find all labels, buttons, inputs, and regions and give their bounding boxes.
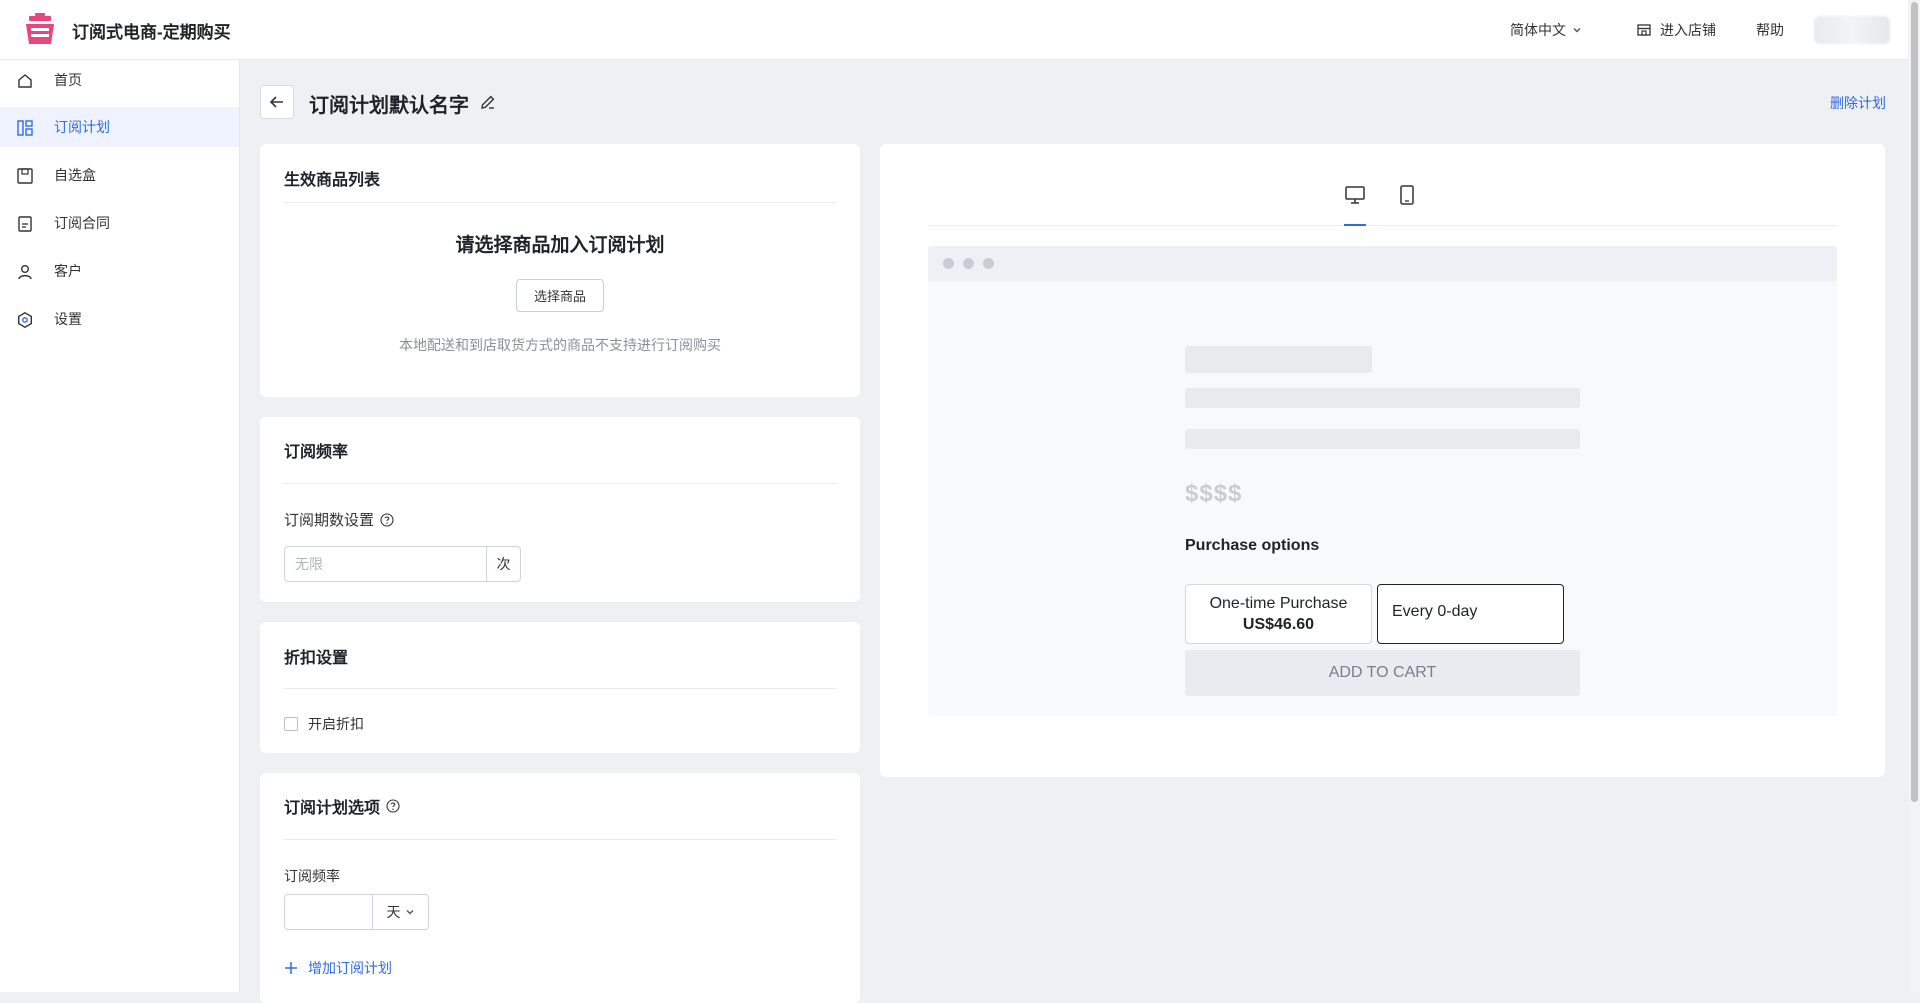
subscription-option[interactable]: Every 0-day bbox=[1377, 584, 1564, 644]
active-tab-indicator bbox=[1344, 224, 1366, 226]
card-divider bbox=[284, 483, 836, 484]
enter-store-label: 进入店铺 bbox=[1660, 21, 1716, 38]
select-products-heading: 请选择商品加入订阅计划 bbox=[455, 235, 665, 256]
chevron-down-icon bbox=[1573, 27, 1581, 32]
price-placeholder: $$$$ bbox=[1185, 480, 1243, 507]
arrow-left-icon bbox=[269, 96, 283, 108]
browser-dot bbox=[963, 258, 974, 269]
sidebar-item-plans[interactable]: 订阅计划 bbox=[0, 107, 239, 147]
one-time-price: US$46.60 bbox=[1242, 616, 1315, 633]
plan-options-title: 订阅计划选项 bbox=[284, 794, 400, 818]
select-products-button[interactable]: 选择商品 bbox=[516, 279, 604, 312]
add-to-cart-button[interactable]: ADD TO CART bbox=[1185, 650, 1580, 696]
frequency-card-title: 订阅频率 bbox=[284, 444, 349, 461]
sidebar-item-settings[interactable]: 设置 bbox=[0, 299, 239, 339]
sidebar-item-customers[interactable]: 客户 bbox=[0, 251, 239, 291]
products-card: 生效商品列表 请选择商品加入订阅计划 选择商品 本地配送和到店取货方式的商品不支… bbox=[260, 144, 860, 397]
mobile-preview-icon[interactable] bbox=[1396, 184, 1418, 206]
one-time-label: One-time Purchase bbox=[1209, 595, 1348, 612]
delete-plan-link[interactable]: 删除计划 bbox=[1830, 93, 1886, 113]
help-circle-icon[interactable] bbox=[380, 512, 394, 527]
user-icon bbox=[18, 265, 32, 280]
page-title: 订阅计划默认名字 bbox=[309, 95, 469, 117]
sidebar-item-label: 订阅计划 bbox=[54, 119, 110, 135]
chevron-down-icon bbox=[406, 910, 413, 915]
language-selector[interactable]: 简体中文 bbox=[1510, 20, 1582, 40]
frequency-input[interactable] bbox=[285, 895, 372, 929]
browser-bar bbox=[928, 246, 1837, 281]
periods-label: 订阅期数设置 bbox=[284, 509, 394, 530]
app-title: 订阅式电商-定期购买 bbox=[72, 23, 231, 42]
periods-unit: 次 bbox=[486, 547, 520, 581]
browser-dot bbox=[943, 258, 954, 269]
account-avatar[interactable] bbox=[1814, 15, 1890, 44]
settings-icon bbox=[18, 311, 32, 329]
enter-store-link[interactable]: 进入店铺 bbox=[1636, 20, 1716, 40]
back-button[interactable] bbox=[260, 85, 294, 119]
one-time-purchase-option[interactable]: One-time Purchase US$46.60 bbox=[1185, 584, 1372, 644]
add-plan-option-link[interactable]: 增加订阅计划 bbox=[284, 958, 392, 978]
products-hint: 本地配送和到店取货方式的商品不支持进行订阅购买 bbox=[399, 337, 721, 353]
text-skeleton bbox=[1185, 429, 1580, 449]
add-plan-option-label: 增加订阅计划 bbox=[308, 960, 392, 976]
card-divider bbox=[284, 839, 836, 840]
products-card-title: 生效商品列表 bbox=[284, 172, 381, 189]
frequency-card: 订阅频率 订阅期数设置 次 bbox=[260, 417, 860, 602]
checkbox-box[interactable] bbox=[284, 717, 298, 731]
sidebar-item-home[interactable]: 首页 bbox=[0, 60, 239, 100]
purchase-options-label: Purchase options bbox=[1185, 537, 1320, 554]
plan-options-title-text: 订阅计划选项 bbox=[284, 800, 381, 817]
top-bar: 订阅式电商-定期购买 简体中文 进入店铺 帮助 bbox=[0, 0, 1908, 60]
scrollbar-thumb[interactable] bbox=[1911, 2, 1918, 802]
sidebar: 首页 订阅计划 自选盒 订阅合同 客户 设置 bbox=[0, 60, 240, 992]
storefront-preview: $$$$ Purchase options One-time Purchase … bbox=[928, 246, 1837, 716]
sidebar-item-label: 自选盒 bbox=[54, 167, 96, 183]
plus-icon bbox=[285, 962, 297, 974]
shop-basket-logo-icon bbox=[26, 13, 54, 44]
discount-card: 折扣设置 开启折扣 bbox=[260, 622, 860, 753]
enable-discount-label: 开启折扣 bbox=[308, 716, 364, 732]
box-icon bbox=[17, 168, 33, 184]
storefront-icon bbox=[1637, 23, 1651, 36]
home-icon bbox=[18, 74, 32, 88]
sidebar-item-label: 首页 bbox=[54, 72, 82, 88]
enable-discount-checkbox[interactable]: 开启折扣 bbox=[284, 714, 364, 734]
periods-input[interactable] bbox=[285, 547, 486, 581]
contract-icon bbox=[18, 216, 32, 232]
frequency-unit-label: 天 bbox=[386, 904, 401, 920]
frequency-label: 订阅频率 bbox=[284, 868, 340, 884]
plan-options-card: 订阅计划选项 订阅频率 天 增加订阅计划 bbox=[260, 773, 860, 1003]
language-label: 简体中文 bbox=[1510, 21, 1566, 38]
title-skeleton bbox=[1185, 346, 1372, 373]
frequency-input-group: 天 bbox=[284, 894, 429, 930]
discount-card-title: 折扣设置 bbox=[284, 650, 349, 667]
periods-input-group: 次 bbox=[284, 546, 521, 582]
plan-grid-icon bbox=[17, 120, 33, 136]
preview-tabs-divider bbox=[928, 225, 1837, 226]
sidebar-item-custom-box[interactable]: 自选盒 bbox=[0, 155, 239, 195]
help-circle-icon[interactable] bbox=[386, 799, 400, 813]
periods-label-text: 订阅期数设置 bbox=[284, 512, 375, 529]
sidebar-item-label: 设置 bbox=[54, 311, 82, 327]
sidebar-item-label: 订阅合同 bbox=[54, 215, 110, 231]
card-divider bbox=[284, 688, 836, 689]
help-link[interactable]: 帮助 bbox=[1756, 20, 1784, 40]
text-skeleton bbox=[1185, 388, 1580, 408]
desktop-preview-icon[interactable] bbox=[1344, 184, 1366, 206]
edit-pencil-icon[interactable] bbox=[479, 93, 497, 111]
sidebar-item-contracts[interactable]: 订阅合同 bbox=[0, 203, 239, 243]
sidebar-item-label: 客户 bbox=[54, 263, 82, 279]
browser-dot bbox=[983, 258, 994, 269]
card-divider bbox=[284, 202, 836, 203]
frequency-unit-select[interactable]: 天 bbox=[372, 895, 428, 929]
preview-card: $$$$ Purchase options One-time Purchase … bbox=[880, 144, 1885, 777]
